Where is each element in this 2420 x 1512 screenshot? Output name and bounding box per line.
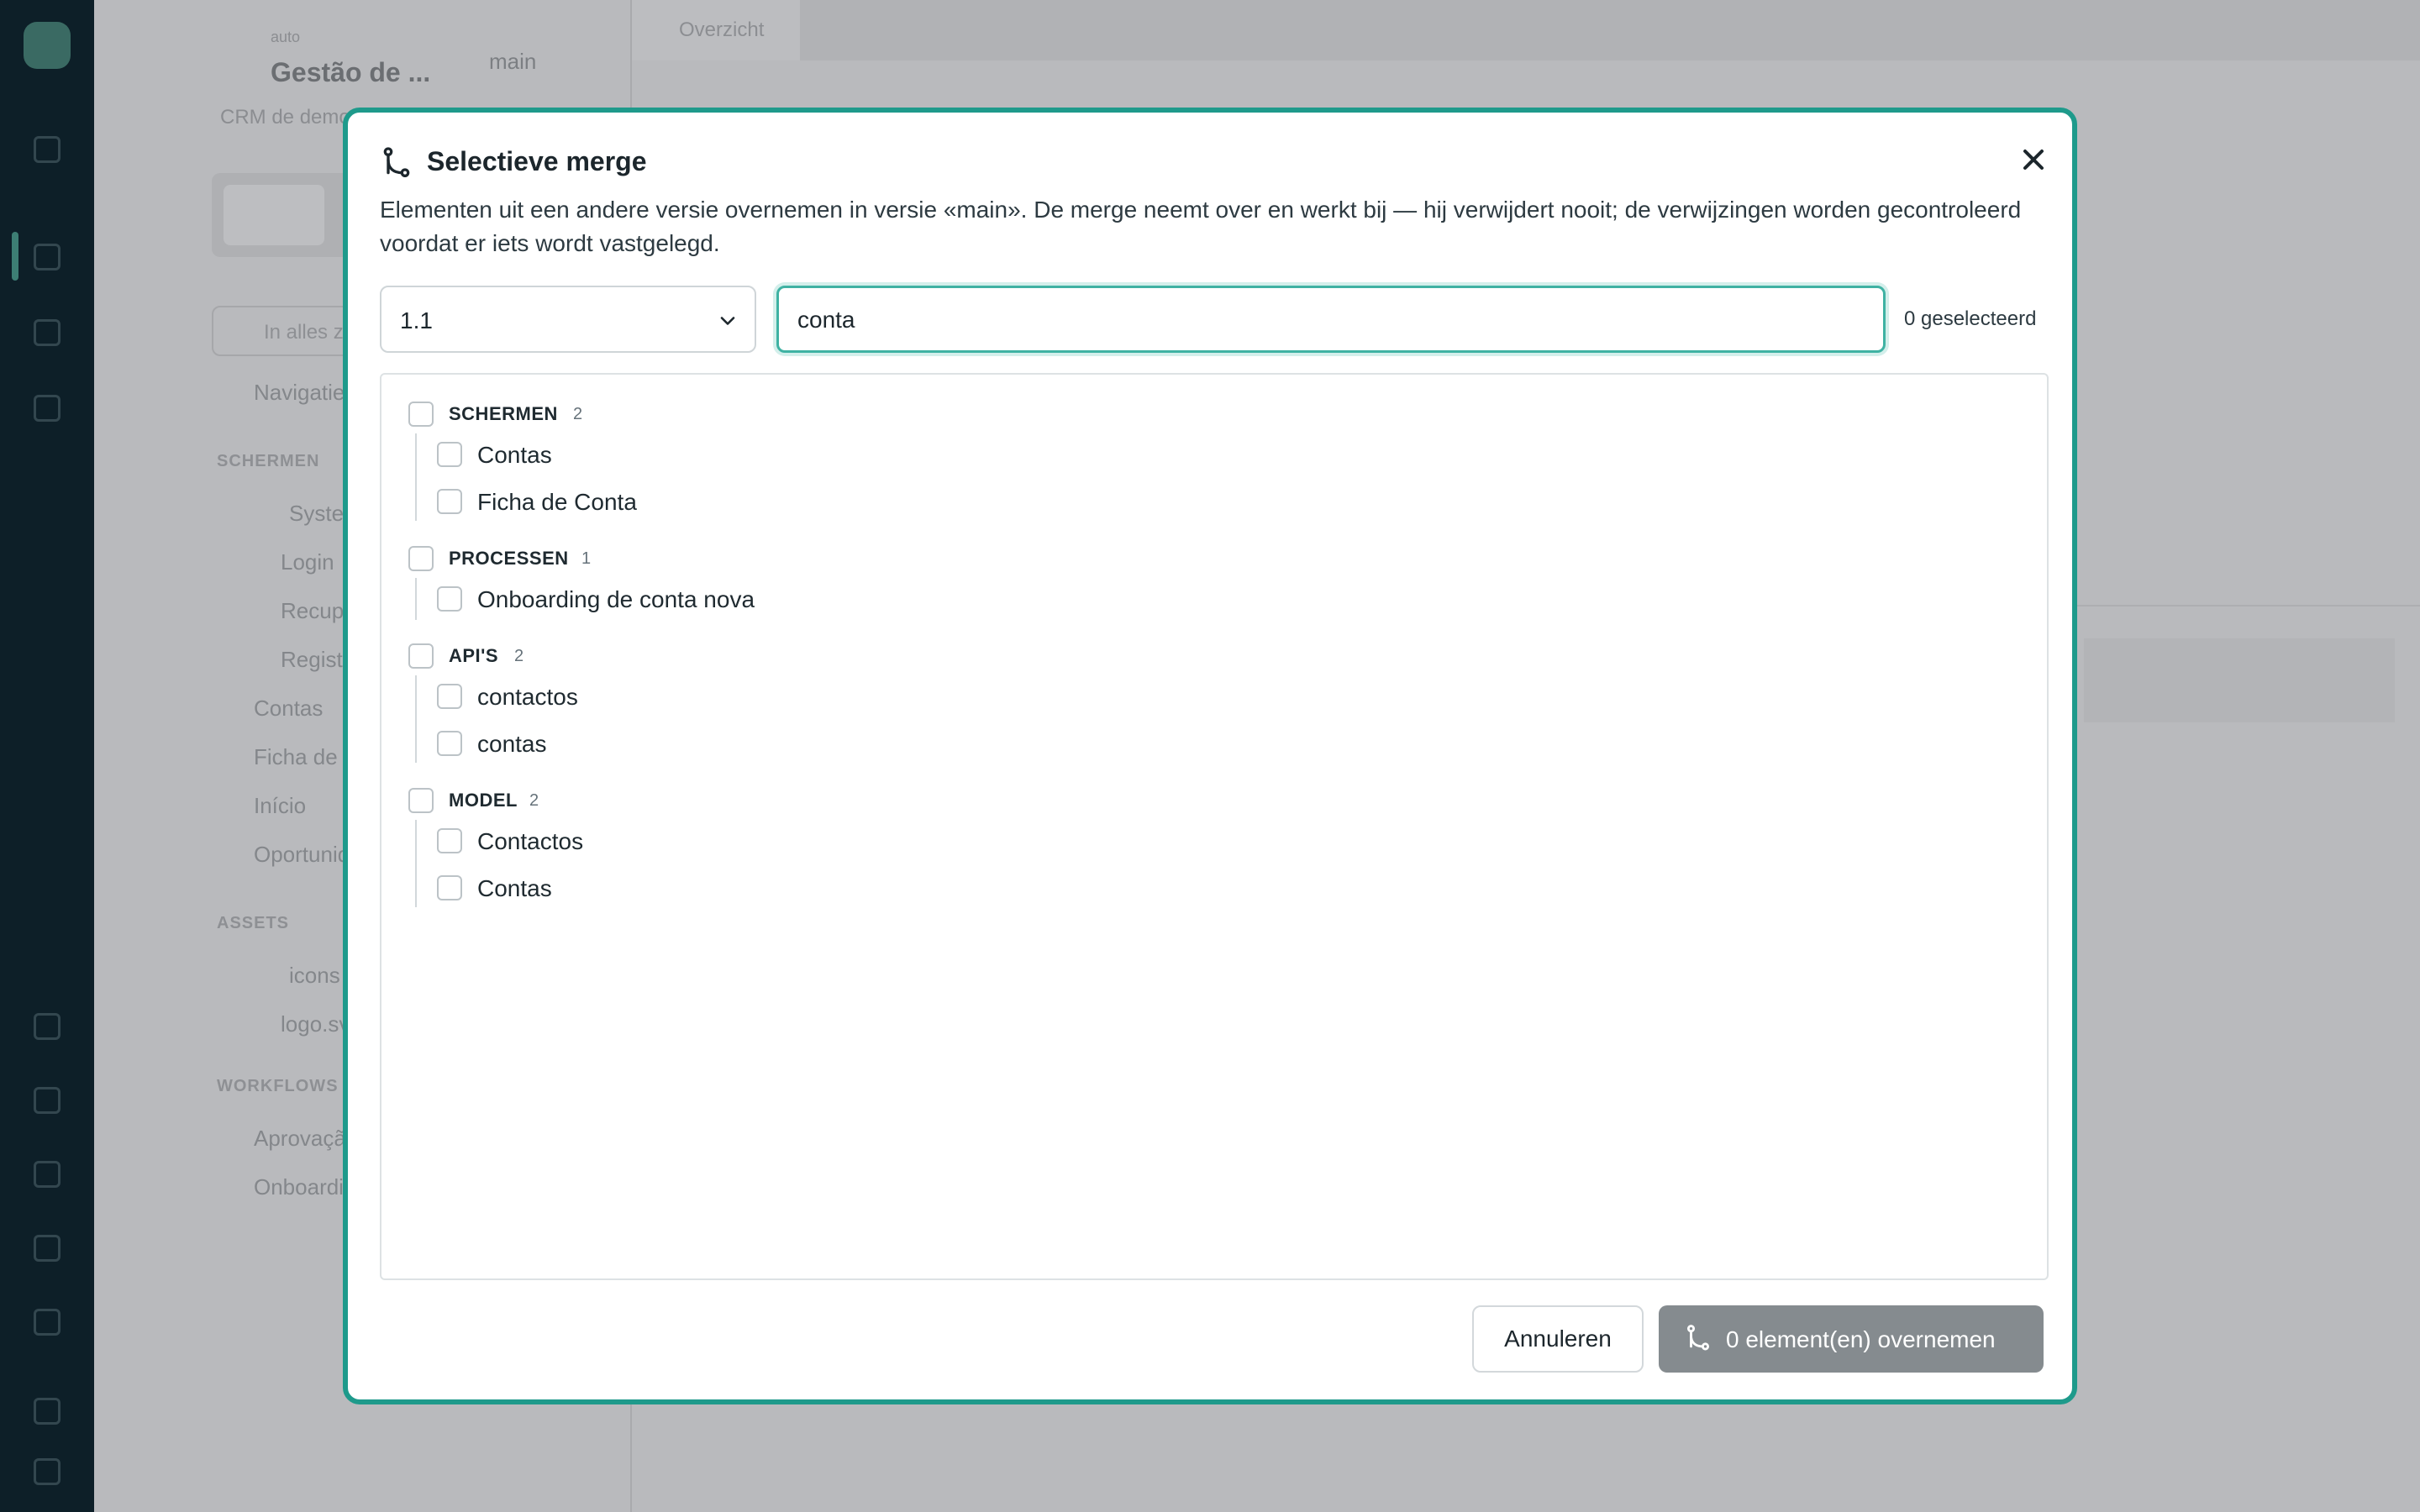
app-title: Gestão de ... [271, 57, 431, 87]
app-logo [24, 22, 71, 69]
rail-home-icon[interactable] [34, 136, 60, 163]
sidebar-item-login[interactable]: Login [281, 549, 334, 575]
main-divider [2075, 605, 2420, 606]
apply-merge-label: 0 element(en) overnemen [1726, 1326, 1996, 1352]
item-checkbox-onboarding[interactable] [437, 586, 462, 612]
group-count-apis: 2 [514, 647, 524, 665]
item-label-contas-model[interactable]: Contas [477, 875, 552, 902]
tree-guide [415, 820, 417, 907]
item-label-contactos-model[interactable]: Contactos [477, 828, 583, 855]
close-icon[interactable] [2017, 143, 2050, 176]
version-select-value: 1.1 [400, 307, 433, 333]
selective-merge-dialog: Selectieve merge Elementen uit een ander… [343, 108, 2077, 1404]
item-checkbox-contas-api[interactable] [437, 731, 462, 756]
item-checkbox-contas-model[interactable] [437, 875, 462, 900]
rail-settings-icon[interactable] [34, 1398, 60, 1425]
group-checkbox-processen[interactable] [408, 546, 434, 571]
element-tree: SCHERMEN 2 Contas Ficha de Conta PROCESS… [380, 373, 2049, 1280]
tab-overview-label: Overzicht [679, 18, 765, 41]
merge-icon [383, 147, 410, 177]
group-count-model: 2 [529, 791, 539, 810]
rail-logout-icon[interactable] [34, 1458, 60, 1485]
item-checkbox-contas-screen[interactable] [437, 442, 462, 467]
group-checkbox-apis[interactable] [408, 643, 434, 669]
rail-bolt-icon[interactable] [34, 1235, 60, 1262]
group-count-processen: 1 [581, 549, 592, 568]
merge-icon [1686, 1325, 1710, 1351]
dialog-title: Selectieve merge [427, 146, 647, 176]
branch-selector[interactable]: main [489, 49, 536, 75]
group-checkbox-schermen[interactable] [408, 402, 434, 427]
apply-merge-button[interactable]: 0 element(en) overnemen [1659, 1305, 2044, 1373]
item-label-contas-api[interactable]: contas [477, 731, 547, 758]
search-field[interactable] [776, 286, 1886, 353]
tab-ui[interactable] [224, 185, 324, 245]
rail-grid-icon[interactable] [34, 1309, 60, 1336]
tree-guide [415, 675, 417, 763]
item-label-onboarding[interactable]: Onboarding de conta nova [477, 586, 755, 613]
rail-tools-icon[interactable] [34, 1161, 60, 1188]
sidebar-section-screens: SCHERMEN [217, 452, 320, 470]
group-label-processen: PROCESSEN [449, 548, 569, 569]
item-label-contas-screen[interactable]: Contas [477, 442, 552, 469]
item-checkbox-contactos-model[interactable] [437, 828, 462, 853]
group-label-schermen: SCHERMEN [449, 403, 558, 424]
main-content-row [2084, 638, 2395, 722]
selected-count: 0 geselecteerd [1904, 307, 2037, 330]
item-checkbox-contactos-api[interactable] [437, 684, 462, 709]
app-kind-label: auto [271, 29, 301, 45]
rail-active-indicator [12, 232, 18, 281]
rail-search-icon[interactable] [34, 244, 60, 270]
search-input[interactable] [797, 305, 1856, 335]
rail-deploy-icon[interactable] [34, 319, 60, 346]
group-checkbox-model[interactable] [408, 788, 434, 813]
sidebar-item-contas[interactable]: Contas [254, 696, 323, 722]
rail-users-icon[interactable] [34, 1087, 60, 1114]
tree-guide [415, 578, 417, 620]
item-label-contactos-api[interactable]: contactos [477, 684, 578, 711]
rail-rocket-icon[interactable] [34, 1013, 60, 1040]
item-checkbox-ficha-de-conta[interactable] [437, 489, 462, 514]
chevron-down-icon [720, 317, 735, 325]
sidebar-item-inicio[interactable]: Início [254, 793, 306, 819]
dialog-description: Elementen uit een andere versie overneme… [380, 197, 2022, 256]
group-label-model: MODEL [449, 790, 518, 811]
sidebar-item-navigation[interactable]: Navigatie [254, 380, 345, 406]
version-select[interactable]: 1.1 [380, 286, 756, 353]
sidebar-folder-icons[interactable]: icons [289, 963, 340, 989]
item-label-ficha-de-conta[interactable]: Ficha de Conta [477, 489, 637, 516]
cancel-button[interactable]: Annuleren [1472, 1305, 1644, 1373]
sidebar-section-workflows: WORKFLOWS [217, 1077, 339, 1095]
main-tab-bar [632, 0, 2420, 60]
group-count-schermen: 2 [573, 405, 583, 423]
sidebar-section-assets: ASSETS [217, 914, 290, 932]
group-label-apis: API'S [449, 645, 499, 666]
tree-guide [415, 433, 417, 521]
icon-rail [0, 0, 94, 1512]
tab-overview[interactable]: Overzicht [632, 0, 800, 60]
rail-more-icon[interactable] [34, 395, 60, 422]
